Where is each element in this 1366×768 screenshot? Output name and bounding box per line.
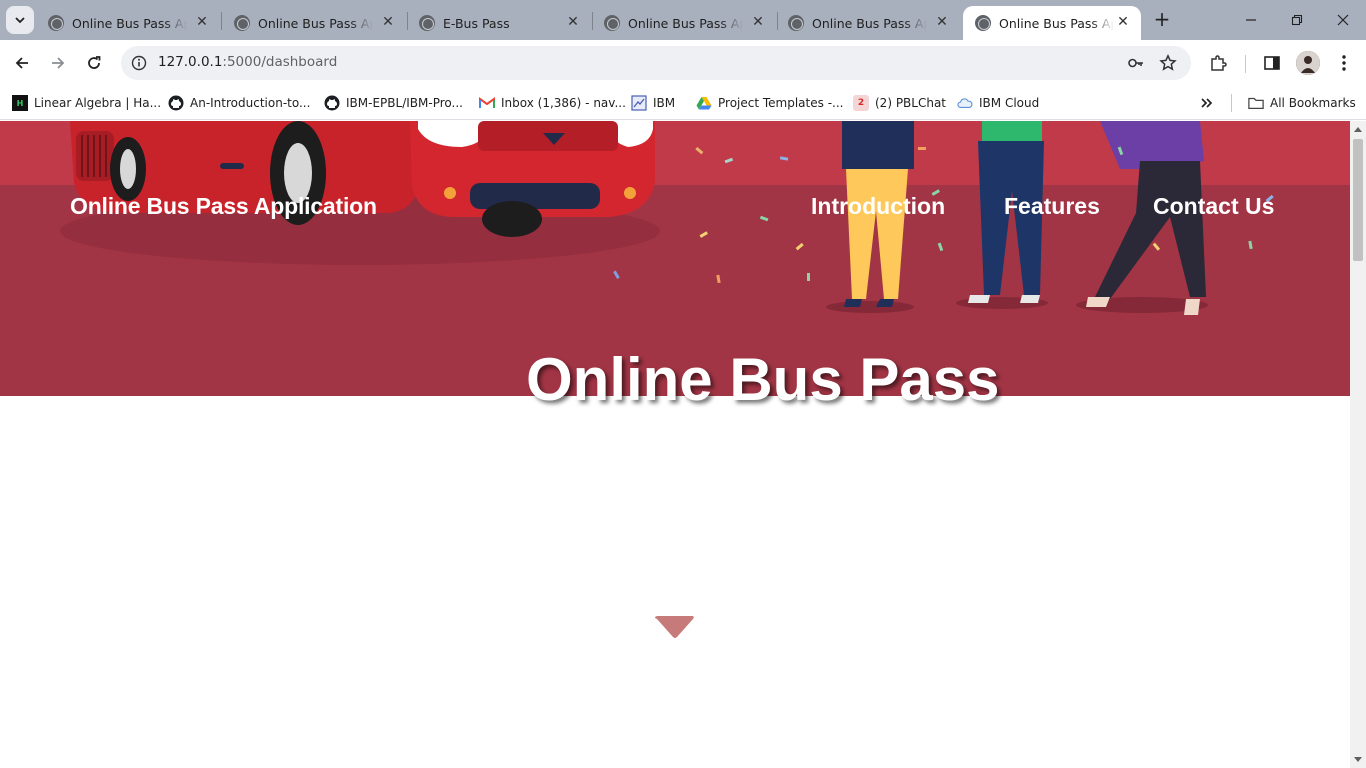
page-viewport: Online Bus Pass Application Introduction… xyxy=(0,121,1350,768)
ibm-icon xyxy=(631,95,647,111)
close-icon[interactable]: ✕ xyxy=(194,14,210,30)
globe-icon xyxy=(419,15,435,31)
browser-tab-active[interactable]: Online Bus Pass Appl ✕ xyxy=(963,6,1141,40)
close-icon[interactable]: ✕ xyxy=(934,14,950,30)
browser-tab[interactable]: Online Bus Pass Appl ✕ xyxy=(776,6,960,40)
tab-title: Online Bus Pass Appl xyxy=(812,15,927,31)
arrow-right-icon xyxy=(52,57,65,69)
browser-tab[interactable]: Online Bus Pass Appl ✕ xyxy=(36,6,220,40)
bookmark-label: IBM-EPBL/IBM-Pro... xyxy=(346,96,463,110)
browser-tab[interactable]: E-Bus Pass ✕ xyxy=(407,6,591,40)
double-chevron-right-icon xyxy=(1201,98,1213,108)
toolbar-divider xyxy=(1245,55,1246,73)
tab-strip: Online Bus Pass Appl ✕ Online Bus Pass A… xyxy=(0,0,1366,40)
tab-title: Online Bus Pass Appl xyxy=(258,15,373,31)
globe-icon xyxy=(975,15,991,31)
bookmark-item[interactable]: 2 (2) PBLChat xyxy=(853,93,946,113)
globe-icon xyxy=(48,15,64,31)
bookmarks-divider xyxy=(1231,94,1232,112)
bookmark-item[interactable]: H Linear Algebra | Ha... xyxy=(12,93,161,113)
bookmark-label: An-Introduction-to... xyxy=(190,96,311,110)
nav-features[interactable]: Features xyxy=(1004,193,1100,220)
reload-icon xyxy=(88,56,101,69)
bookmark-label: Inbox (1,386) - nav... xyxy=(501,96,626,110)
github-icon xyxy=(168,95,184,111)
close-icon[interactable]: ✕ xyxy=(565,14,581,30)
google-drive-icon xyxy=(696,95,712,111)
minimize-button[interactable] xyxy=(1228,0,1274,40)
arrow-left-icon xyxy=(15,57,28,69)
bookmark-item[interactable]: Project Templates -... xyxy=(696,93,843,113)
tab-title: Online Bus Pass Appl xyxy=(72,15,187,31)
browser-tab[interactable]: Online Bus Pass Appl ✕ xyxy=(222,6,406,40)
hacker-rank-icon: H xyxy=(12,95,28,111)
bookmark-item[interactable]: IBM xyxy=(631,93,675,113)
url-text[interactable]: 127.0.0.1:5000/dashboard xyxy=(158,54,337,70)
close-window-button[interactable] xyxy=(1320,0,1366,40)
bookmark-item[interactable]: Inbox (1,386) - nav... xyxy=(479,93,626,113)
globe-icon xyxy=(604,15,620,31)
bookmark-label: Linear Algebra | Ha... xyxy=(34,96,162,110)
url-host: 127.0.0.1 xyxy=(158,54,223,70)
new-tab-button[interactable]: + xyxy=(1150,8,1174,32)
menu-kebab-icon[interactable] xyxy=(1332,51,1356,75)
tab-title: Online Bus Pass Appl xyxy=(628,15,743,31)
tab-search-button[interactable] xyxy=(6,6,34,34)
bookmark-item[interactable]: An-Introduction-to... xyxy=(168,93,310,113)
scroll-up-icon[interactable] xyxy=(1354,127,1362,132)
restore-button[interactable] xyxy=(1274,0,1320,40)
scroll-down-arrow-icon[interactable] xyxy=(655,616,695,640)
browser-toolbar: 127.0.0.1:5000/dashboard xyxy=(0,40,1366,86)
back-button[interactable] xyxy=(8,49,36,77)
tab-title: Online Bus Pass Appl xyxy=(999,15,1114,31)
nav-introduction[interactable]: Introduction xyxy=(811,193,945,220)
nav-contact-us[interactable]: Contact Us xyxy=(1153,193,1274,220)
page-scrollbar[interactable] xyxy=(1350,121,1366,768)
scrollbar-thumb[interactable] xyxy=(1353,139,1363,261)
all-bookmarks-button[interactable]: All Bookmarks xyxy=(1248,93,1356,113)
close-icon xyxy=(1337,14,1349,26)
bookmark-item[interactable]: IBM-EPBL/IBM-Pro... xyxy=(324,93,463,113)
close-icon[interactable]: ✕ xyxy=(380,14,396,30)
globe-icon xyxy=(788,15,804,31)
browser-tab[interactable]: Online Bus Pass Appl ✕ xyxy=(592,6,776,40)
bookmark-label: IBM xyxy=(653,96,676,110)
extensions-icon[interactable] xyxy=(1206,51,1230,75)
profile-avatar[interactable] xyxy=(1296,51,1320,75)
bookmark-label: (2) PBLChat xyxy=(875,96,947,110)
site-brand[interactable]: Online Bus Pass Application xyxy=(70,193,377,220)
pblchat-icon: 2 xyxy=(853,95,869,111)
minimize-icon xyxy=(1246,19,1256,21)
close-icon[interactable]: ✕ xyxy=(1115,14,1131,30)
globe-icon xyxy=(234,15,250,31)
close-icon[interactable]: ✕ xyxy=(750,14,766,30)
forward-button[interactable] xyxy=(44,49,72,77)
chevron-down-icon xyxy=(15,17,25,24)
folder-icon xyxy=(1248,95,1264,111)
url-path: :5000/dashboard xyxy=(222,54,338,70)
tab-title: E-Bus Pass xyxy=(443,15,510,31)
address-bar[interactable]: 127.0.0.1:5000/dashboard xyxy=(121,46,1191,80)
side-panel-icon[interactable] xyxy=(1260,51,1284,75)
scroll-down-icon[interactable] xyxy=(1354,757,1362,762)
password-key-icon[interactable] xyxy=(1126,53,1146,73)
bookmark-label: Project Templates -... xyxy=(718,96,844,110)
hero-title: Online Bus Pass xyxy=(526,346,1000,413)
bookmark-star-icon[interactable] xyxy=(1158,53,1178,73)
restore-icon xyxy=(1291,14,1303,26)
cloud-icon xyxy=(957,95,973,111)
github-icon xyxy=(324,95,340,111)
reload-button[interactable] xyxy=(80,49,108,77)
more-bookmarks-button[interactable] xyxy=(1200,93,1214,113)
site-info-icon[interactable] xyxy=(127,51,151,75)
all-bookmarks-label: All Bookmarks xyxy=(1270,96,1356,110)
gmail-icon xyxy=(479,95,495,111)
bookmarks-bar: H Linear Algebra | Ha... An-Introduction… xyxy=(0,86,1366,120)
bookmark-label: IBM Cloud xyxy=(979,96,1040,110)
bookmark-item[interactable]: IBM Cloud xyxy=(957,93,1039,113)
